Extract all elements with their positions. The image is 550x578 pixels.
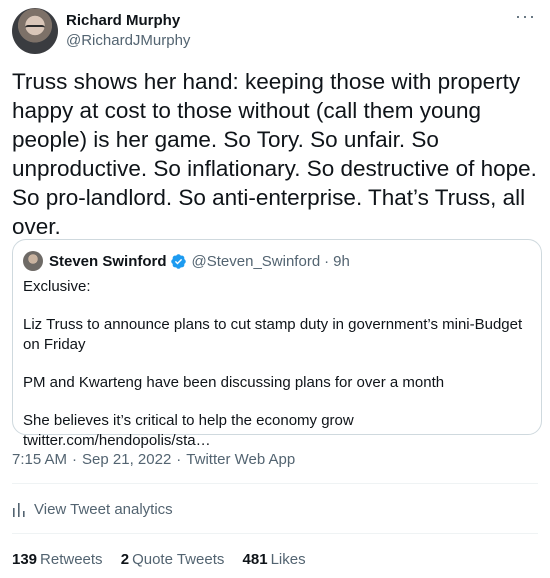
meta-separator: · [72,451,78,468]
tweet-time[interactable]: 7:15 AM [12,451,67,468]
author-display-name[interactable]: Richard Murphy [66,11,190,31]
verified-badge-icon [170,253,186,269]
quoted-paragraph: She believes it’s critical to help the e… [23,412,354,449]
quoted-author-handle: @Steven_Swinford [191,252,321,270]
retweets-label: Retweets [40,551,103,568]
retweets-stat[interactable]: 139 Retweets [12,551,103,568]
likes-label: Likes [270,551,306,568]
divider [12,483,538,484]
quoted-author-avatar [23,251,43,271]
quoted-tweet-header: Steven Swinford @Steven_Swinford · 9h [23,251,350,271]
quoted-paragraph: Exclusive: [23,278,91,295]
likes-stat[interactable]: 481 Likes [243,551,306,568]
retweets-count: 139 [12,551,38,568]
quoted-tweet-body: Exclusive: Liz Truss to announce plans t… [23,277,528,469]
quoted-paragraph: PM and Kwarteng have been discussing pla… [23,374,445,391]
author-avatar[interactable] [12,8,58,54]
quoted-separator: · [324,252,330,270]
author-name-block: Richard Murphy @RichardJMurphy [66,11,190,51]
divider [12,533,538,534]
engagement-stats: 139 Retweets 2 Quote Tweets 481 Likes [12,551,320,568]
tweet-metadata: 7:15 AM · Sep 21, 2022 · Twitter Web App [12,451,295,468]
quoted-paragraph: Liz Truss to announce plans to cut stamp… [23,316,523,353]
quote-tweets-stat[interactable]: 2 Quote Tweets [121,551,225,568]
quoted-tweet-card[interactable]: Steven Swinford @Steven_Swinford · 9h Ex… [12,239,542,449]
quoted-timestamp[interactable]: 9h [333,253,350,270]
analytics-bars-icon [13,502,25,517]
quote-tweets-count: 2 [120,551,130,568]
view-analytics-link[interactable]: View Tweet analytics [12,501,173,518]
author-handle[interactable]: @RichardJMurphy [66,31,190,51]
tweet-source-link[interactable]: Twitter Web App [186,451,295,468]
likes-count: 481 [242,551,268,568]
more-options-icon[interactable]: ··· [515,6,536,27]
quoted-author-name: Steven Swinford [49,252,167,270]
tweet-text: Truss shows her hand: keeping those with… [12,69,544,239]
analytics-label: View Tweet analytics [34,501,173,518]
avatar-glasses-detail [25,25,45,32]
quote-tweets-label: Quote Tweets [132,551,225,568]
tweet-date[interactable]: Sep 21, 2022 [82,451,171,468]
meta-separator: · [176,451,182,468]
